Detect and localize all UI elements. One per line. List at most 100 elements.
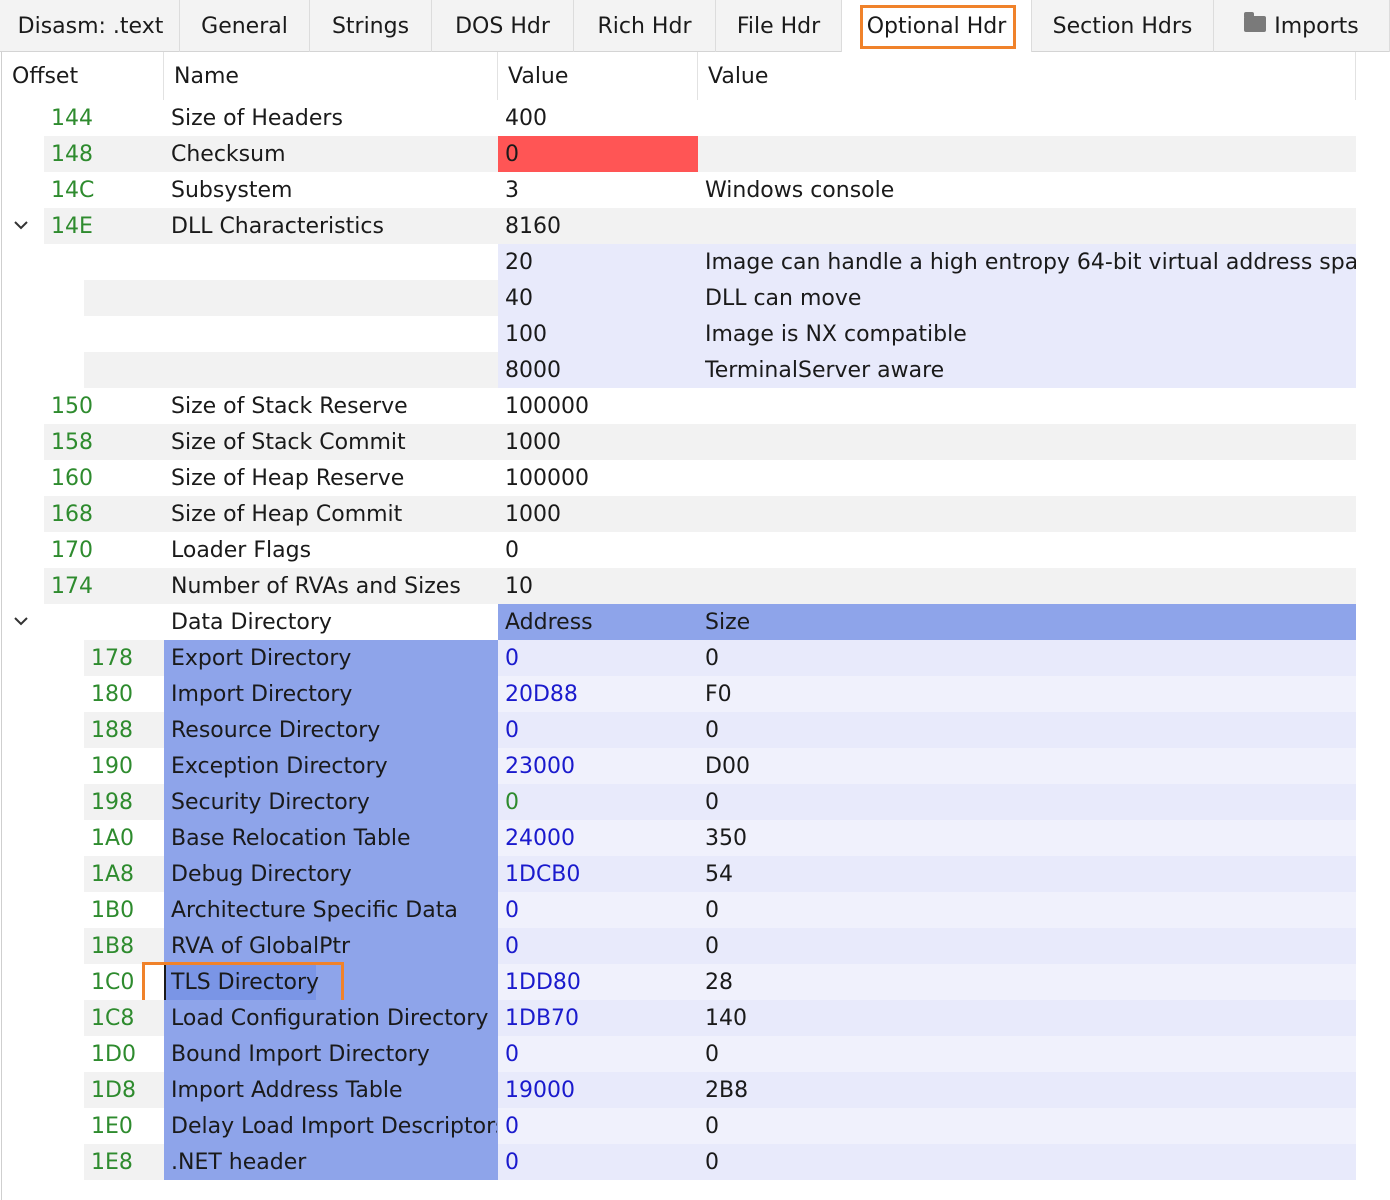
tab-optional-hdr[interactable]: Optional Hdr [842, 0, 1032, 53]
value-cell: 1000 [505, 430, 561, 455]
table-row[interactable]: 160 Size of Heap Reserve 100000 [0, 460, 1390, 496]
dll-characteristic-flag-row[interactable]: 40 DLL can move [0, 280, 1390, 316]
table-row[interactable]: 14E DLL Characteristics 8160 [0, 208, 1390, 244]
tab-label: General [201, 14, 288, 39]
name-cell: Size of Heap Commit [171, 502, 403, 527]
data-directory-row[interactable]: 180 Import Directory 20D88 F0 [0, 676, 1390, 712]
dll-characteristic-flag-row[interactable]: 8000 TerminalServer aware [0, 352, 1390, 388]
chevron-down-icon[interactable] [14, 614, 28, 628]
tab-strings[interactable]: Strings [310, 0, 432, 52]
offset-cell: 1C8 [91, 1006, 135, 1031]
row-background [498, 928, 1356, 964]
data-directory-row[interactable]: 1B0 Architecture Specific Data 0 0 [0, 892, 1390, 928]
data-directory-row[interactable]: 188 Resource Directory 0 0 [0, 712, 1390, 748]
value-description-cell: 0 [705, 718, 719, 743]
value-cell: 8000 [505, 358, 561, 383]
column-header: Offset Name Value Value [0, 52, 1390, 100]
value-cell: 400 [505, 106, 547, 131]
value-description-cell: Windows console [705, 178, 895, 203]
data-directory-row[interactable]: 190 Exception Directory 23000 D00 [0, 748, 1390, 784]
value-description-cell: Image is NX compatible [705, 322, 967, 347]
name-cell: Security Directory [171, 790, 370, 815]
value-description-cell: 0 [705, 1150, 719, 1175]
data-directory-row[interactable]: 1E0 Delay Load Import Descriptors 0 0 [0, 1108, 1390, 1144]
name-cell: Size of Headers [171, 106, 343, 131]
name-cell: RVA of GlobalPtr [171, 934, 351, 959]
value-cell: 40 [505, 286, 533, 311]
tab-bar: Disasm: .text General Strings DOS Hdr Rich H… [0, 0, 1390, 53]
offset-cell: 174 [51, 574, 93, 599]
table-row[interactable]: 14C Subsystem 3 Windows console [0, 172, 1390, 208]
value-cell: 0 [505, 646, 519, 671]
table-row[interactable]: 170 Loader Flags 0 [0, 532, 1390, 568]
value-description-cell: 350 [705, 826, 747, 851]
value-description-cell: 0 [705, 790, 719, 815]
value-cell: 1DB70 [505, 1006, 580, 1031]
value-description-cell: 0 [705, 1114, 719, 1139]
value-cell: 0 [505, 142, 519, 167]
tab-dos-hdr[interactable]: DOS Hdr [432, 0, 574, 52]
column-header-offset[interactable]: Offset [2, 52, 164, 100]
table-row[interactable]: 150 Size of Stack Reserve 100000 [0, 388, 1390, 424]
value-cell: 100000 [505, 394, 589, 419]
offset-cell: 1B8 [91, 934, 135, 959]
value-description-cell: 28 [705, 970, 733, 995]
table-row[interactable]: 148 Checksum 0 [0, 136, 1390, 172]
dll-characteristic-flag-row[interactable]: 100 Image is NX compatible [0, 316, 1390, 352]
offset-cell: 170 [51, 538, 93, 563]
name-cell: Checksum [171, 142, 286, 167]
offset-cell: 1C0 [91, 970, 135, 995]
row-background [498, 1072, 1356, 1108]
value-cell: 0 [505, 718, 519, 743]
offset-cell: 168 [51, 502, 93, 527]
data-directory-row[interactable]: 1D0 Bound Import Directory 0 0 [0, 1036, 1390, 1072]
value-description-cell: 0 [705, 934, 719, 959]
tab-label: File Hdr [736, 14, 821, 39]
data-directory-row[interactable]: 1B8 RVA of GlobalPtr 0 0 [0, 928, 1390, 964]
data-directory-row[interactable]: 1C0 TLS Directory 1DD80 28 [0, 962, 1390, 1005]
name-cell: Size of Stack Commit [171, 430, 406, 455]
vertical-scrollbar[interactable] [1356, 52, 1390, 1200]
chevron-down-icon[interactable] [14, 218, 28, 232]
data-directory-row[interactable]: 1A8 Debug Directory 1DCB0 54 [0, 856, 1390, 892]
data-directory-row[interactable]: 1A0 Base Relocation Table 24000 350 [0, 820, 1390, 856]
data-directory-row[interactable]: 1E8 .NET header 0 0 [0, 1144, 1390, 1180]
column-header-name[interactable]: Name [164, 52, 498, 100]
tab-imports[interactable]: Imports [1214, 0, 1390, 52]
table-row[interactable]: Data Directory Address Size [0, 604, 1390, 640]
column-header-value-description[interactable]: Value [698, 52, 1356, 100]
table-row[interactable]: 168 Size of Heap Commit 1000 [0, 496, 1390, 532]
value-description-cell: Size [705, 610, 751, 635]
tab-label: Strings [331, 14, 410, 39]
value-cell: 1DCB0 [505, 862, 581, 887]
offset-cell: 190 [91, 754, 133, 779]
row-background [498, 1108, 1356, 1144]
value-description-cell: Image can handle a high entropy 64-bit v… [705, 250, 1384, 275]
value-cell: 10 [505, 574, 533, 599]
data-directory-row[interactable]: 178 Export Directory 0 0 [0, 640, 1390, 676]
data-directory-row[interactable]: 198 Security Directory 0 0 [0, 784, 1390, 820]
table-row[interactable]: 158 Size of Stack Commit 1000 [0, 424, 1390, 460]
name-cell: Exception Directory [171, 754, 388, 779]
data-directory-row[interactable]: 1D8 Import Address Table 19000 2B8 [0, 1072, 1390, 1108]
offset-cell: 1D0 [91, 1042, 136, 1067]
tab-file-hdr[interactable]: File Hdr [716, 0, 842, 52]
dll-characteristic-flag-row[interactable]: 20 Image can handle a high entropy 64-bit… [0, 244, 1390, 280]
name-cell: Bound Import Directory [171, 1042, 430, 1067]
row-background [498, 712, 1356, 748]
row-background [498, 892, 1356, 928]
tab-disasm[interactable]: Disasm: .text [2, 0, 180, 52]
tab-rich-hdr[interactable]: Rich Hdr [574, 0, 716, 52]
row-background [498, 1036, 1356, 1072]
tab-section-hdrs[interactable]: Section Hdrs [1032, 0, 1214, 52]
value-description-cell: DLL can move [705, 286, 862, 311]
tab-label: Optional Hdr [866, 14, 1007, 39]
column-header-value[interactable]: Value [498, 52, 698, 100]
tab-general[interactable]: General [180, 0, 310, 52]
offset-cell: 14E [51, 214, 93, 239]
table-row[interactable]: 144 Size of Headers 400 [0, 100, 1390, 136]
name-cell: Size of Heap Reserve [171, 466, 405, 491]
folder-icon [1244, 12, 1267, 32]
data-directory-row[interactable]: 1C8 Load Configuration Directory 1DB70 140 [0, 1000, 1390, 1036]
table-row[interactable]: 174 Number of RVAs and Sizes 10 [0, 568, 1390, 604]
